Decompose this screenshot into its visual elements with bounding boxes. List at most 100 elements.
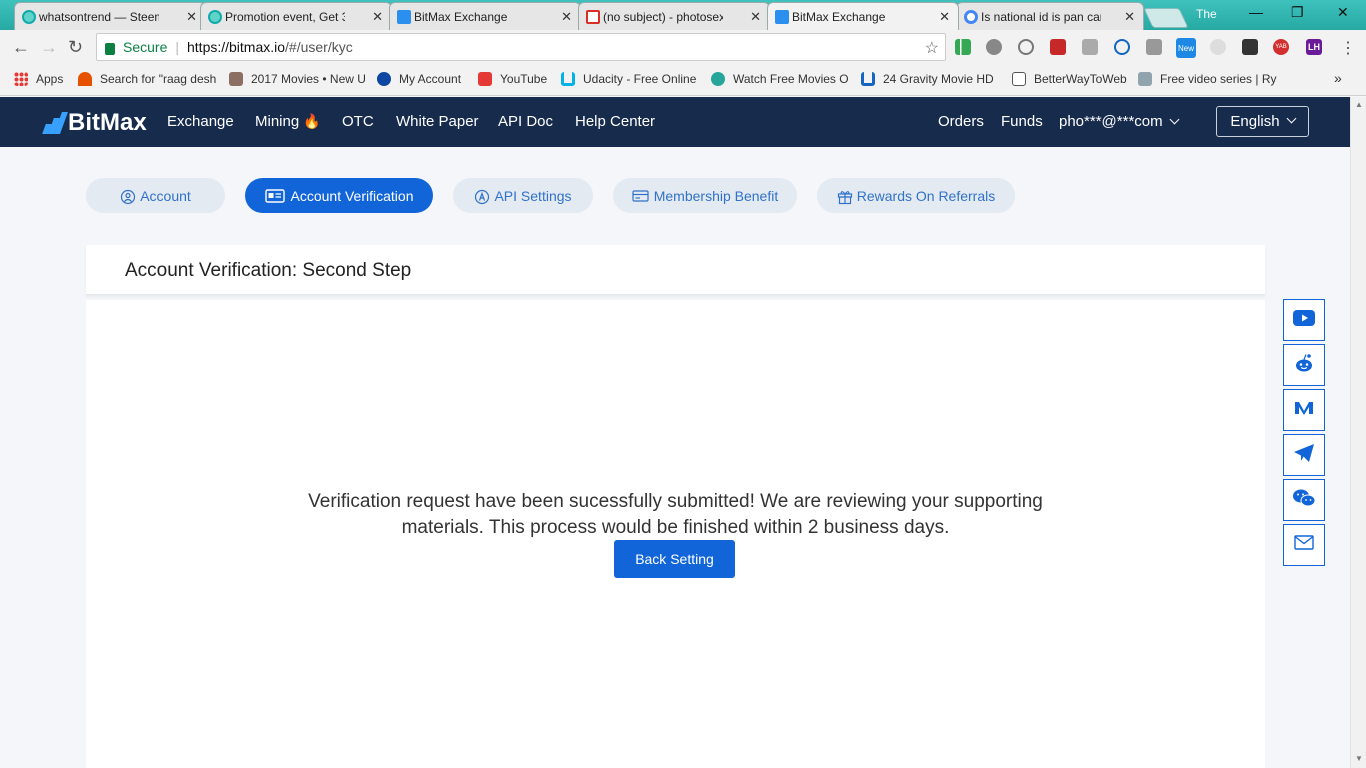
verification-status-message: Verification request have been sucessful… [308,491,1043,538]
minimize-icon[interactable]: — [1249,4,1263,20]
back-arrow-icon[interactable]: ← [12,37,30,58]
browser-tab-strip: whatsontrend — Steemit ✕ Promotion event… [0,0,1366,30]
browser-tab[interactable]: Promotion event, Get 3 S ✕ [200,2,392,30]
tab-account-verification[interactable]: Account Verification [245,178,433,213]
close-tab-icon[interactable]: ✕ [186,9,197,25]
forward-arrow-icon[interactable]: → [40,37,58,58]
close-window-icon[interactable]: ✕ [1337,4,1349,21]
bookmark-item[interactable]: Udacity - Free Online [561,72,696,86]
flame-icon: 🔥 [303,113,321,129]
lightbulb-extension-icon[interactable] [1242,39,1258,55]
browser-tab-active[interactable]: BitMax Exchange ✕ [767,2,959,30]
bookmark-item[interactable]: YouTube [478,72,547,86]
scroll-up-icon[interactable]: ▲ [1355,100,1363,109]
youtube-icon [1292,309,1316,332]
play-bookmark-icon [711,72,725,86]
wechat-icon [1292,488,1316,513]
wordpress-icon[interactable] [986,39,1002,55]
new-tab-button[interactable] [1143,8,1189,28]
gift-icon [837,189,853,204]
bitmax-logo-icon [42,112,69,134]
restore-icon[interactable]: ❐ [1291,4,1304,21]
browser-tab[interactable]: (no subject) - photosexp ✕ [578,2,770,30]
close-tab-icon[interactable]: ✕ [939,9,950,25]
chart-extension-icon[interactable] [955,39,971,55]
site-header: BitMax Exchange Mining 🔥 OTC White Paper … [0,97,1350,147]
nav-white-paper[interactable]: White Paper [396,113,479,130]
tab-api-settings[interactable]: API Settings [453,178,593,213]
moon-extension-icon[interactable] [1210,39,1226,55]
secure-label: Secure [123,39,168,55]
reload-icon[interactable]: ↻ [68,37,83,58]
bookmark-item[interactable]: My Account [377,72,461,86]
nav-mining[interactable]: Mining 🔥 [255,113,321,130]
bookmark-apps[interactable]: Apps [14,72,63,86]
close-tab-icon[interactable]: ✕ [372,9,383,25]
nav-funds[interactable]: Funds [1001,113,1043,130]
bookmark-star-icon[interactable]: ☆ [925,38,939,58]
youtube-link[interactable] [1283,299,1325,341]
lock-icon [105,43,115,55]
google-icon [964,10,978,24]
medium-link[interactable] [1283,389,1325,431]
movie-bookmark-icon [229,72,243,86]
bookmark-item[interactable]: BetterWayToWeb [1012,72,1127,86]
image-extension-icon[interactable] [1146,39,1162,55]
tab-membership-benefit[interactable]: Membership Benefit [613,178,797,213]
user-circle-icon [120,189,136,204]
flame-bookmark-icon [78,72,92,86]
reddit-link[interactable] [1283,344,1325,386]
telegram-link[interactable] [1283,434,1325,476]
youtube-bookmark-icon [478,72,492,86]
steemit-icon [22,10,36,24]
address-bar[interactable]: Secure | https://bitmax.io/#/user/kyc ☆ [96,33,946,61]
api-icon [474,189,490,204]
jio-icon [377,72,391,86]
nav-help-center[interactable]: Help Center [575,113,655,130]
chevron-down-icon [1169,114,1180,125]
bookmark-item[interactable]: 2017 Movies • New U [229,72,366,86]
reddit-icon [1293,353,1315,378]
browser-menu-icon[interactable]: ⋮ [1340,38,1356,58]
scroll-down-icon[interactable]: ▼ [1355,754,1363,763]
nav-orders[interactable]: Orders [938,113,984,130]
close-tab-icon[interactable]: ✕ [750,9,761,25]
apps-grid-icon [14,72,28,86]
user-menu[interactable]: pho***@***com [1059,113,1180,130]
lh-extension-icon[interactable]: LH [1306,39,1322,55]
bookmark-item[interactable]: Watch Free Movies O [711,72,849,86]
tab-rewards-on-referrals[interactable]: Rewards On Referrals [817,178,1015,213]
search-extension-icon[interactable] [1114,39,1130,55]
udacity-icon [561,72,575,86]
bookmark-item[interactable]: Free video series | Ry [1138,72,1277,86]
nav-api-doc[interactable]: API Doc [498,113,553,130]
bookmark-item[interactable]: Search for "raag desh [78,72,216,86]
tab-account[interactable]: Account [86,178,225,213]
language-selector[interactable]: English [1216,106,1309,137]
new-badge-extension-icon[interactable]: New [1176,38,1196,58]
steemit-icon [208,10,222,24]
page-icon [1012,72,1026,86]
browser-tab[interactable]: whatsontrend — Steemit ✕ [14,2,206,30]
close-tab-icon[interactable]: ✕ [1124,9,1135,25]
browser-tab[interactable]: Is national id is pan card ✕ [956,2,1144,30]
chevron-down-icon [1286,113,1297,124]
bitmax-logo[interactable]: BitMax [42,109,147,137]
pdf-icon[interactable] [1050,39,1066,55]
email-link[interactable] [1283,524,1325,566]
browser-tab[interactable]: BitMax Exchange ✕ [389,2,581,30]
bookmarks-bar: Apps Search for "raag desh 2017 Movies •… [0,64,1366,96]
camera-extension-icon[interactable] [1082,39,1098,55]
page-scrollbar[interactable]: ▲ ▼ [1350,97,1366,768]
nav-otc[interactable]: OTC [342,113,374,130]
back-setting-button[interactable]: Back Setting [614,540,735,578]
bookmark-item[interactable]: 24 Gravity Movie HD [861,72,994,86]
yab-extension-icon[interactable]: YAB [1273,39,1289,55]
more-bookmarks-icon[interactable]: » [1334,70,1342,86]
history-icon[interactable] [1018,39,1034,55]
gmail-icon [586,10,600,24]
nav-exchange[interactable]: Exchange [167,113,234,130]
close-tab-icon[interactable]: ✕ [561,9,572,25]
url-text: https://bitmax.io/#/user/kyc [187,39,353,55]
wechat-link[interactable] [1283,479,1325,521]
